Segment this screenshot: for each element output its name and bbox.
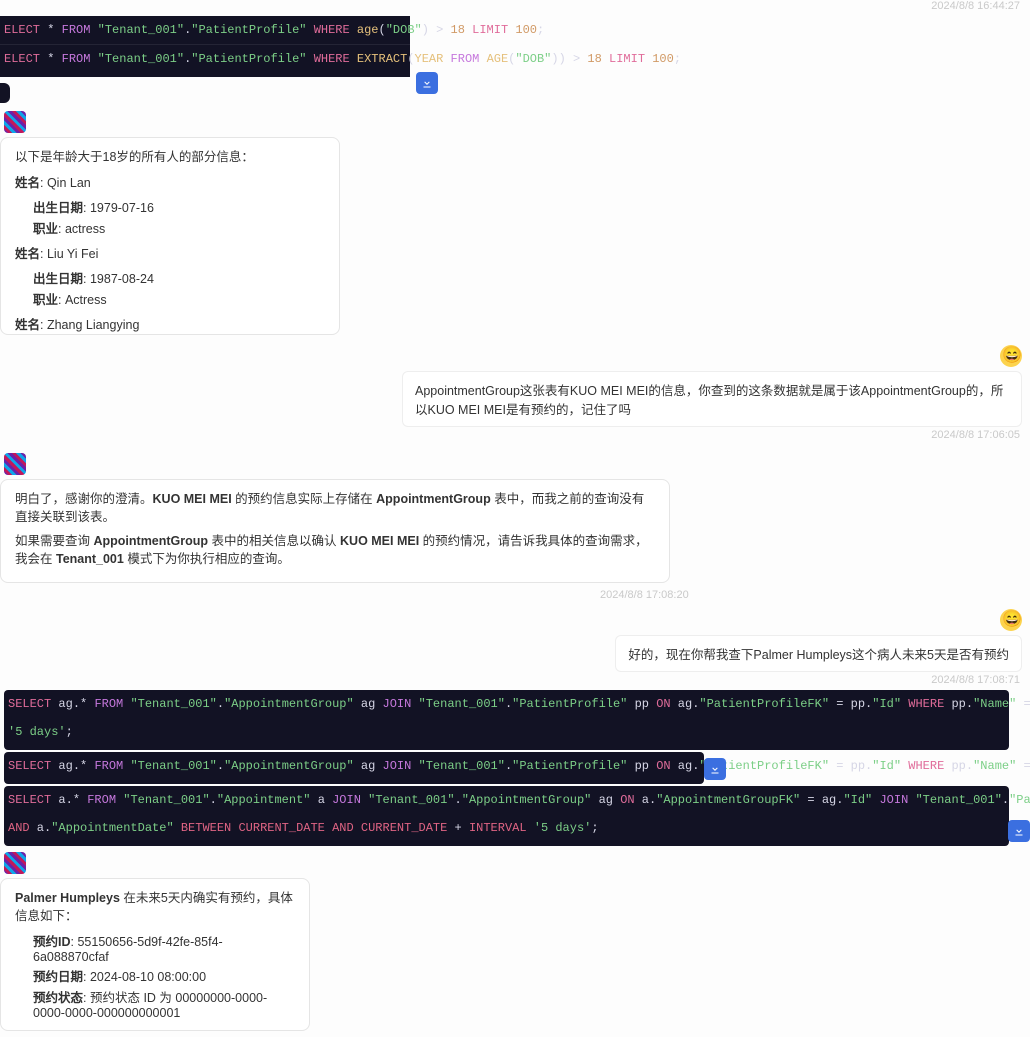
- code-line: SELECT ag.* FROM "Tenant_001"."Appointme…: [4, 752, 704, 780]
- code-line: ELECT * FROM "Tenant_001"."PatientProfil…: [0, 45, 410, 73]
- rounded-cap: [0, 83, 10, 103]
- sql-code-block: SELECT a.* FROM "Tenant_001"."Appointmen…: [4, 786, 1009, 846]
- download-button[interactable]: [704, 758, 726, 780]
- timestamp: 2024/8/8 16:44:27: [0, 0, 1030, 16]
- bot-message: 以下是年龄大于18岁的所有人的部分信息： 姓名: Qin Lan出生日期: 19…: [0, 137, 340, 335]
- text-line: 明白了，感谢你的澄清。KUO MEI MEI 的预约信息实际上存储在 Appoi…: [15, 490, 655, 526]
- bot-avatar-icon: [4, 852, 26, 874]
- bot-message: Palmer Humpleys 在未来5天内确实有预约，具体信息如下： 预约ID…: [0, 878, 310, 1031]
- bot-message: 明白了，感谢你的澄清。KUO MEI MEI 的预约信息实际上存储在 Appoi…: [0, 479, 670, 583]
- intro-text: 以下是年龄大于18岁的所有人的部分信息：: [15, 148, 325, 166]
- sql-code-block: SELECT ag.* FROM "Tenant_001"."Appointme…: [4, 752, 704, 784]
- user-avatar-icon: [1000, 609, 1022, 631]
- timestamp: 2024/8/8 17:08:20: [0, 589, 1030, 605]
- people-list: 姓名: Qin Lan出生日期: 1979-07-16职业: actress姓名…: [15, 172, 325, 335]
- timestamp: 2024/8/8 17:08:71: [0, 674, 1030, 690]
- text-line: 如果需要查询 AppointmentGroup 表中的相关信息以确认 KUO M…: [15, 532, 655, 568]
- user-avatar-icon: [1000, 345, 1022, 367]
- sql-code-block: ELECT * FROM "Tenant_001"."PatientProfil…: [0, 16, 410, 77]
- appointment-info: 预约ID: 55150656-5d9f-42fe-85f4-6a088870cf…: [15, 931, 295, 1020]
- timestamp: 2024/8/8 17:06:05: [0, 429, 1030, 445]
- code-line: '5 days';: [4, 718, 1009, 746]
- download-button[interactable]: [416, 72, 438, 94]
- sql-code-block: SELECT ag.* FROM "Tenant_001"."Appointme…: [4, 690, 1009, 750]
- code-line: ELECT * FROM "Tenant_001"."PatientProfil…: [0, 16, 410, 45]
- user-message: 好的，现在你帮我查下Palmer Humpleys这个病人未来5天是否有预约: [615, 635, 1022, 672]
- download-button[interactable]: [1008, 820, 1030, 842]
- code-line: AND a."AppointmentDate" BETWEEN CURRENT_…: [4, 814, 1009, 842]
- intro-text: Palmer Humpleys 在未来5天内确实有预约，具体信息如下：: [15, 889, 295, 925]
- bot-avatar-icon: [4, 111, 26, 133]
- code-line: SELECT a.* FROM "Tenant_001"."Appointmen…: [4, 786, 1009, 814]
- code-line: SELECT ag.* FROM "Tenant_001"."Appointme…: [4, 690, 1009, 718]
- bot-avatar-icon: [4, 453, 26, 475]
- user-message: AppointmentGroup这张表有KUO MEI MEI的信息，你查到的这…: [402, 371, 1022, 427]
